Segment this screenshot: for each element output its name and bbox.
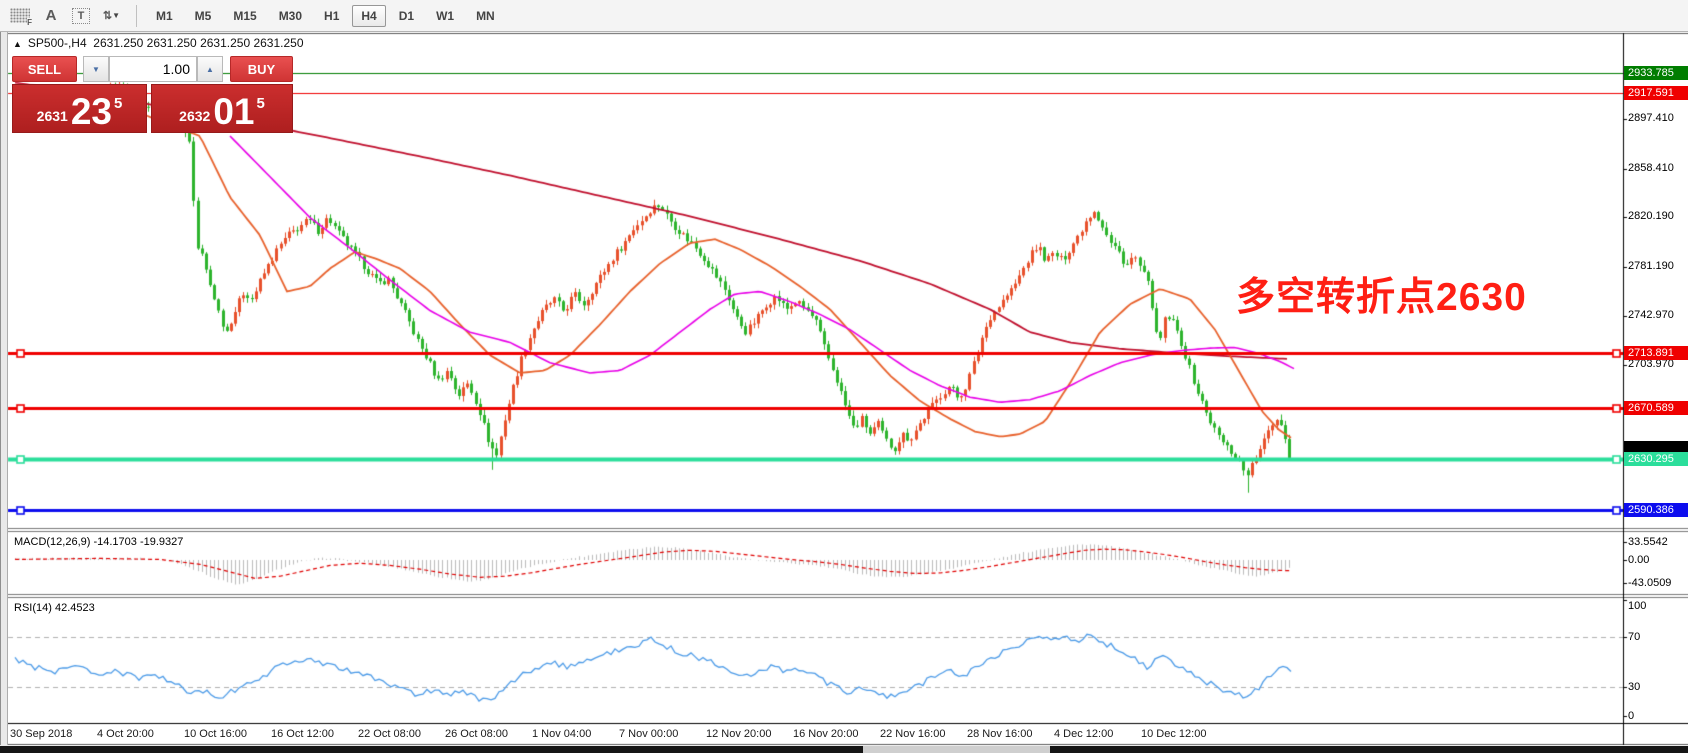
chart-header: ▲ SP500-,H4 2631.250 2631.250 2631.250 26… [13, 36, 304, 50]
resistance-badge: 2933.785 [1624, 65, 1688, 80]
window-left-edge [0, 31, 8, 745]
timeframe-button-h1[interactable]: H1 [315, 5, 348, 27]
price-tick-label: 2858.410 [1628, 161, 1674, 174]
macd-scale-label: 33.5542 [1628, 535, 1668, 548]
rsi-scale-label: 100 [1628, 600, 1647, 612]
ohlc-values: 2631.250 2631.250 2631.250 2631.250 [93, 36, 304, 50]
date-tick-label: 4 Oct 20:00 [97, 728, 154, 740]
date-tick-label: 22 Oct 08:00 [358, 728, 421, 740]
symbol-timeframe-label: SP500-,H4 [27, 36, 87, 50]
dropdown-caret-icon[interactable]: ▼ [112, 11, 120, 20]
buy-button[interactable]: BUY [230, 56, 293, 82]
timeframe-buttons: M1 M5 M15 M30 H1 H4 D1 W1 MN [145, 4, 506, 27]
date-tick-label: 10 Oct 16:00 [184, 728, 247, 740]
text-label-icon[interactable]: A [38, 5, 64, 27]
timeframe-button-m5[interactable]: M5 [186, 5, 221, 27]
date-tick-label: 1 Nov 04:00 [532, 728, 592, 740]
text-box-icon[interactable]: T [72, 7, 90, 24]
date-tick-label: 16 Oct 12:00 [271, 728, 334, 740]
sort-arrows-icon[interactable]: ⇅ ▼ [98, 5, 124, 27]
rsi-scale-label: 70 [1628, 631, 1641, 643]
toolbar: F A T ⇅ ▼ M1 M5 M15 M30 H1 H4 D1 W1 MN [0, 0, 1688, 32]
price-tick-label: 2820.190 [1628, 210, 1674, 223]
macd-scale-label: -43.0509 [1628, 577, 1672, 590]
ask-price-big: 01 [213, 90, 255, 132]
chart-text-annotation: 多空转折点2630 [1236, 276, 1527, 319]
ask-price-small: 2632 [179, 108, 211, 124]
timeframe-button-m30[interactable]: M30 [270, 5, 311, 27]
price-tick-label: 2703.970 [1628, 358, 1674, 371]
collapse-icon[interactable]: ▲ [13, 39, 22, 49]
level-badge: 2670.589 [1624, 400, 1688, 415]
timeframe-button-h4[interactable]: H4 [352, 4, 386, 27]
price-tick-label: 2742.970 [1628, 308, 1674, 321]
toolbar-separator [136, 4, 137, 27]
date-tick-label: 12 Nov 20:00 [706, 728, 772, 740]
window-bottom-bar [0, 746, 1688, 753]
bid-price-small: 2631 [36, 108, 68, 124]
one-click-trade-panel: SELL ▼ ▲ BUY 2631 23 5 2632 01 5 [10, 54, 293, 135]
sell-button[interactable]: SELL [12, 56, 77, 82]
date-tick-label: 28 Nov 16:00 [967, 728, 1033, 740]
macd-scale-label: 0.00 [1628, 554, 1650, 566]
timeframe-button-d1[interactable]: D1 [390, 5, 423, 27]
pivot-badge: 2630.295 [1624, 452, 1688, 467]
ask-price-sup: 5 [256, 95, 265, 112]
date-tick-label: 22 Nov 16:00 [880, 728, 946, 740]
ask-price-display: 2632 01 5 [151, 84, 293, 133]
timeframe-button-m1[interactable]: M1 [147, 5, 182, 27]
volume-input[interactable] [109, 56, 197, 82]
timeframe-button-w1[interactable]: W1 [427, 5, 463, 27]
volume-decrease-button[interactable]: ▼ [83, 56, 109, 82]
support-badge: 2590.386 [1624, 503, 1688, 518]
date-tick-label: 4 Dec 12:00 [1054, 728, 1114, 740]
volume-increase-button[interactable]: ▲ [197, 56, 223, 82]
level-badge: 2713.891 [1624, 345, 1688, 360]
timeframe-button-m15[interactable]: M15 [224, 5, 265, 27]
bid-price-big: 23 [70, 90, 112, 132]
date-tick-label: 7 Nov 00:00 [619, 728, 679, 740]
date-tick-label: 30 Sep 2018 [10, 728, 73, 740]
bid-price-sup: 5 [113, 95, 123, 112]
date-tick-label: 16 Nov 20:00 [793, 728, 859, 740]
bottom-bar-segment [863, 746, 1050, 753]
chart-grid-f-icon[interactable]: F [10, 8, 32, 27]
rsi-scale-label: 30 [1628, 681, 1641, 693]
price-tick-label: 2897.410 [1628, 111, 1674, 124]
timeframe-button-mn[interactable]: MN [467, 5, 504, 27]
rsi-scale-label: 0 [1628, 710, 1635, 722]
date-tick-label: 26 Oct 08:00 [445, 728, 508, 740]
date-tick-label: 10 Dec 12:00 [1141, 728, 1207, 740]
price-tick-label: 2781.190 [1628, 259, 1674, 272]
macd-indicator-label: MACD(12,26,9) -14.1703 -19.9327 [14, 536, 184, 548]
rsi-indicator-label: RSI(14) 42.4523 [14, 602, 95, 614]
resistance-badge: 2917.591 [1624, 86, 1688, 101]
bid-price-display: 2631 23 5 [12, 84, 147, 133]
